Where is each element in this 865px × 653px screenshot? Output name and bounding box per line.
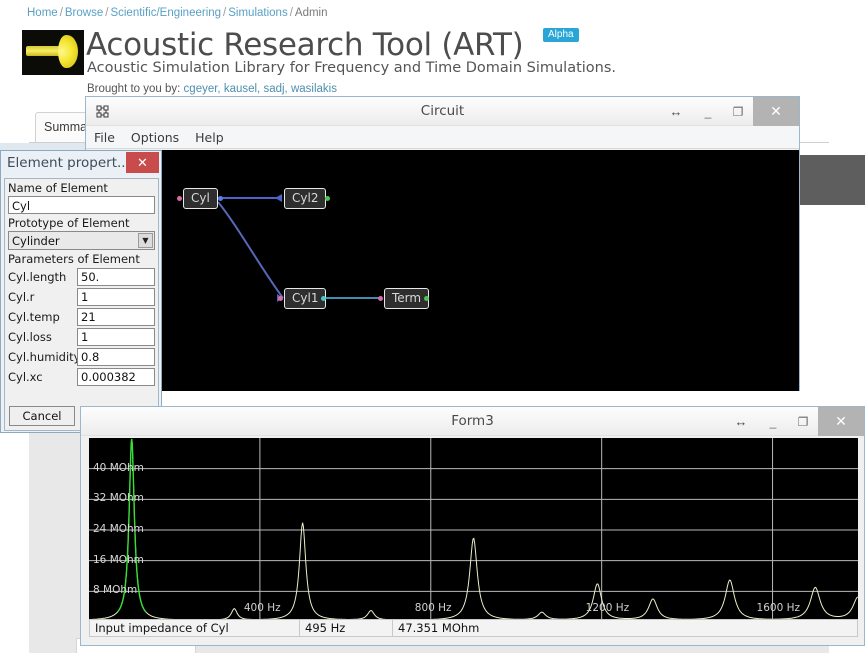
name-of-element-label: Name of Element [8,181,108,195]
breadcrumb-item-admin: Admin [294,7,328,19]
close-button[interactable]: ✕ [818,407,864,436]
x-tick-label: 1600 Hz [756,602,801,614]
port-output-term[interactable] [424,296,429,301]
element-properties-title: Element propert... [7,155,130,171]
x-tick-label: 1200 Hz [585,602,630,614]
parameter-row: Cyl.xc 0.000382 [5,367,158,387]
page-dark-band [798,155,865,205]
port-output-cyl1[interactable] [321,296,326,301]
circuit-titlebar[interactable]: Circuit ↔ _ ❐ ✕ [86,97,799,126]
y-tick-label: 24 MOhm [93,523,144,535]
breadcrumb-separator: / [289,7,293,19]
name-of-element-input[interactable]: Cyl [8,196,155,214]
breadcrumb-item-browse[interactable]: Browse [65,7,103,19]
menu-item-file[interactable]: File [94,130,115,145]
parameter-input-cyl-loss[interactable]: 1 [77,328,155,346]
circuit-canvas[interactable]: Cyl Cyl2 Cyl1 Term [87,150,799,391]
x-tick-label: 800 Hz [414,602,452,614]
authors-line: Brought to you by: cgeyer, kausel, sadj,… [87,83,337,95]
resize-icon[interactable]: ↔ [724,407,758,436]
parameter-input-cyl-temp[interactable]: 21 [77,308,155,326]
y-tick-label: 16 MOhm [93,553,144,566]
port-output-cyl[interactable] [218,196,223,201]
parameter-row: Cyl.r 1 [5,287,158,307]
parameter-input-cyl-humidity[interactable]: 0.8 [77,348,155,366]
page-left-margin [0,430,29,653]
port-output-cyl2[interactable] [325,196,330,201]
parameter-label-cyl-xc: Cyl.xc [8,370,43,384]
authors-links[interactable]: cgeyer, kausel, sadj, wasilakis [184,83,337,95]
breadcrumb: Home / Browse / Scientific/Engineering / Simul… [27,7,328,19]
brought-prefix: Brought to you by: [87,83,181,95]
y-tick-label: 40 MOhm [93,461,144,474]
circuit-node-cyl2[interactable]: Cyl2 [284,188,327,209]
breadcrumb-item-home[interactable]: Home [27,7,58,19]
page-title: Acoustic Research Tool (ART) [86,27,524,63]
breadcrumb-item-simulations[interactable]: Simulations [228,7,287,19]
parameter-row: Cyl.length 50. [5,267,158,287]
y-tick-label: 8 MOhm [93,584,138,597]
close-button[interactable]: ✕ [753,97,799,126]
maximize-button[interactable]: ❐ [723,97,753,126]
parameter-label-cyl-length: Cyl.length [8,270,67,284]
parameters-of-element-label: Parameters of Element [8,252,140,266]
port-input-term[interactable] [378,296,383,301]
form3-titlebar[interactable]: Form3 ↔ _ ❐ ✕ [81,407,864,436]
parameter-input-cyl-r[interactable]: 1 [77,288,155,306]
parameter-row: Cyl.humidity 0.8 [5,347,158,367]
circuit-node-term[interactable]: Term [384,288,430,309]
prototype-of-element-select[interactable]: Cylinder ▼ [8,231,155,250]
circuit-node-cyl[interactable]: Cyl [183,188,218,209]
prototype-selected-value: Cylinder [12,234,60,248]
resize-icon[interactable]: ↔ [659,97,693,126]
parameter-label-cyl-r: Cyl.r [8,290,35,304]
form3-window-controls: ↔ _ ❐ ✕ [724,407,864,436]
breadcrumb-separator: / [59,7,63,19]
parameter-row: Cyl.loss 1 [5,327,158,347]
cancel-button[interactable]: Cancel [9,406,75,426]
menu-item-options[interactable]: Options [131,130,179,145]
element-properties-dialog[interactable]: Element propert... ✕ Name of Element Cyl… [0,150,162,433]
impedance-plot[interactable]: 8 MOhm 16 MOhm 24 MOhm 32 MOhm 40 MOhm 400 H… [89,438,858,622]
y-tick-label: 32 MOhm [93,492,144,505]
horn-bell [58,35,78,68]
element-properties-body: Name of Element Cyl Prototype of Element… [4,178,159,431]
status-description: Input impedance of Cyl [90,620,300,636]
parameter-label-cyl-humidity: Cyl.humidity [8,350,81,364]
x-tick-label: 400 Hz [243,602,281,614]
form3-window[interactable]: Form3 ↔ _ ❐ ✕ 8 MOhm 16 MOhm 24 MOhm 32 MOh… [80,406,865,646]
element-properties-titlebar[interactable]: Element propert... ✕ [1,151,161,176]
parameter-row: Cyl.temp 21 [5,307,158,327]
circuit-menubar: File Options Help [86,126,799,149]
page-subtitle: Acoustic Simulation Library for Frequenc… [87,60,617,76]
parameter-label-cyl-loss: Cyl.loss [8,330,52,344]
form3-statusbar: Input impedance of Cyl 495 Hz 47.351 MOh… [89,619,858,637]
status-impedance: 47.351 MOhm [398,621,480,635]
chevron-down-icon[interactable]: ▼ [138,233,153,248]
screen: Home / Browse / Scientific/Engineering / Simul… [0,0,865,653]
port-input-cyl1[interactable] [278,296,283,301]
port-input-cyl[interactable] [177,196,182,201]
prototype-of-element-label: Prototype of Element [8,216,130,230]
circuit-window-controls: ↔ _ ❐ ✕ [659,97,799,126]
art-logo-icon [22,30,84,75]
minimize-button[interactable]: _ [758,407,788,436]
parameter-input-cyl-length[interactable]: 50. [77,268,155,286]
parameter-label-cyl-temp: Cyl.temp [8,310,60,324]
minimize-button[interactable]: _ [693,97,723,126]
close-icon[interactable]: ✕ [126,152,159,173]
menu-item-help[interactable]: Help [195,130,224,145]
status-frequency: 495 Hz [300,620,393,636]
status-badge: Alpha [543,28,579,42]
parameter-input-cyl-xc[interactable]: 0.000382 [77,368,155,386]
circuit-window[interactable]: Circuit ↔ _ ❐ ✕ File Options Help Cyl Cy… [85,96,800,391]
breadcrumb-item-scientific-engineering[interactable]: Scientific/Engineering [110,7,221,19]
maximize-button[interactable]: ❐ [788,407,818,436]
